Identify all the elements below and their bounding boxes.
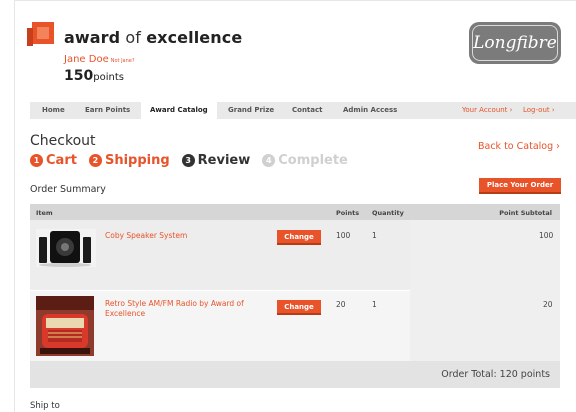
- table-header: Item Points Quantity Point Subtotal: [30, 204, 560, 220]
- user-greeting: Jane Doe Not Jane?: [64, 54, 135, 65]
- log-out-link[interactable]: Log-out ›: [523, 106, 555, 114]
- award-logo-icon: [27, 22, 54, 46]
- header-subtotal: Point Subtotal: [499, 209, 552, 217]
- not-user-link[interactable]: Not Jane?: [111, 58, 135, 64]
- item-name-link[interactable]: Retro Style AM/FM Radio by Award of Exce…: [105, 299, 270, 319]
- step-number: 2: [88, 153, 102, 167]
- header-item: Item: [36, 209, 53, 217]
- points-balance: 150points: [64, 68, 124, 84]
- total-row-left: [30, 361, 410, 388]
- brand-award: award: [64, 28, 121, 47]
- nav-earn-points[interactable]: Earn Points: [85, 106, 130, 114]
- page-title: Checkout: [30, 133, 96, 149]
- page: award of excellence Jane Doe Not Jane? 15…: [0, 0, 576, 412]
- checkout-steps: 1 Cart 2 Shipping 3 Review 4 Complete: [30, 150, 360, 170]
- item-subtotal: 100: [539, 231, 554, 240]
- nav-admin-access[interactable]: Admin Access: [343, 106, 397, 114]
- nav-grand-prize[interactable]: Grand Prize: [228, 106, 274, 114]
- order-total: Order Total: 120 points: [441, 369, 550, 380]
- main-nav: Home Earn Points Award Catalog Grand Pri…: [30, 101, 576, 119]
- header-quantity: Quantity: [372, 209, 404, 217]
- back-to-catalog-link[interactable]: Back to Catalog ›: [478, 141, 560, 152]
- ship-to-heading: Ship to: [30, 401, 60, 411]
- item-quantity: 1: [372, 231, 377, 240]
- step-number: 1: [30, 153, 43, 167]
- brand-excellence: excellence: [146, 28, 243, 47]
- item-points: 100: [336, 231, 351, 240]
- step-review: 3 Review: [181, 152, 251, 168]
- retro-radio-image[interactable]: [36, 296, 94, 356]
- speaker-system-image[interactable]: [36, 229, 96, 267]
- item-subtotal: 20: [543, 300, 553, 309]
- header-points: Points: [336, 209, 360, 217]
- change-button[interactable]: Change: [277, 230, 321, 245]
- nav-award-catalog[interactable]: Award Catalog: [141, 101, 217, 119]
- item-name-link[interactable]: Coby Speaker System: [105, 231, 255, 241]
- order-total-cell: Order Total: 120 points: [410, 361, 560, 388]
- step-cart[interactable]: 1 Cart: [30, 153, 77, 168]
- step-complete: 4 Complete: [262, 153, 348, 168]
- user-name: Jane Doe: [64, 54, 109, 65]
- item-points: 20: [336, 300, 346, 309]
- place-order-button[interactable]: Place Your Order: [479, 178, 561, 194]
- item-quantity: 1: [372, 300, 377, 309]
- step-label: Cart: [46, 152, 77, 168]
- step-shipping[interactable]: 2 Shipping: [88, 152, 170, 168]
- brand-of: of: [120, 28, 147, 47]
- order-summary-heading: Order Summary: [30, 184, 106, 195]
- step-label: Complete: [278, 152, 348, 168]
- longfibre-logo[interactable]: Longfibre: [469, 22, 561, 64]
- step-number: 4: [262, 153, 276, 167]
- step-number: 3: [181, 153, 195, 167]
- nav-contact[interactable]: Contact: [292, 106, 323, 114]
- brand-title: award of excellence: [64, 28, 242, 47]
- your-account-link[interactable]: Your Account ›: [462, 106, 512, 114]
- nav-home[interactable]: Home: [42, 106, 65, 114]
- step-label: Shipping: [104, 152, 170, 168]
- points-value: 150: [64, 68, 94, 84]
- points-label: points: [93, 72, 124, 83]
- step-label: Review: [197, 152, 251, 168]
- change-button[interactable]: Change: [277, 300, 321, 315]
